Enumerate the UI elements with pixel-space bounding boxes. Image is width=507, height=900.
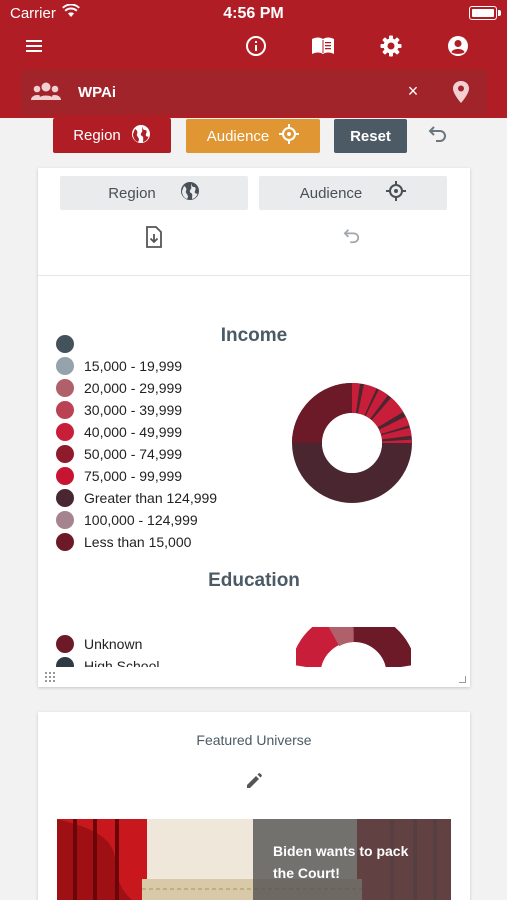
- legend-item: High School: [56, 655, 160, 667]
- legend-item: 100,000 - 124,999: [56, 509, 217, 531]
- income-legend: 15,000 - 19,999 20,000 - 29,999 30,000 - 3…: [56, 333, 217, 553]
- account-icon[interactable]: [445, 33, 471, 59]
- legend-swatch: [56, 423, 74, 441]
- legend-item: 30,000 - 39,999: [56, 399, 217, 421]
- gear-icon[interactable]: [378, 33, 404, 59]
- legend-label: 75,000 - 99,999: [84, 468, 183, 484]
- card-audience-label: Audience: [299, 184, 363, 202]
- search-query[interactable]: WPAi: [78, 84, 116, 101]
- region-button-label: Region: [73, 127, 121, 144]
- legend-label: 100,000 - 124,999: [84, 512, 198, 528]
- featured-title: Featured Universe: [196, 732, 312, 748]
- audience-button-label: Audience: [206, 127, 270, 145]
- audience-button[interactable]: Audience: [186, 119, 320, 153]
- region-button[interactable]: Region: [53, 118, 171, 153]
- crosshair-icon: [279, 124, 300, 148]
- globe-icon: [180, 181, 200, 205]
- info-icon[interactable]: [243, 33, 269, 59]
- battery-icon: [469, 6, 501, 20]
- legend-swatch: [56, 467, 74, 485]
- legend-swatch: [56, 635, 74, 653]
- menu-icon[interactable]: [21, 33, 47, 59]
- legend-item: [56, 333, 217, 355]
- education-legend: Unknown High School: [56, 633, 160, 667]
- legend-swatch: [56, 379, 74, 397]
- search-bar[interactable]: WPAi ×: [21, 70, 487, 115]
- legend-swatch: [56, 511, 74, 529]
- legend-item: 40,000 - 49,999: [56, 421, 217, 443]
- legend-swatch: [56, 489, 74, 507]
- demographics-card: Region Audience Income 15,000 - 19,999 20…: [38, 168, 470, 687]
- legend-swatch: [56, 533, 74, 551]
- filter-bar: Region Audience Reset: [0, 118, 507, 172]
- undo-icon[interactable]: [428, 125, 448, 148]
- reset-button[interactable]: Reset: [334, 119, 407, 153]
- card-audience-button[interactable]: Audience: [259, 176, 447, 210]
- globe-icon: [131, 124, 151, 148]
- featured-universe-card: Featured Universe Biden wants to pack th…: [38, 712, 470, 900]
- legend-swatch: [56, 401, 74, 419]
- location-pin-icon[interactable]: [452, 80, 470, 109]
- legend-label: Greater than 124,999: [84, 490, 218, 506]
- featured-caption: Biden wants to pack the Court!: [253, 819, 451, 900]
- featured-image[interactable]: Biden wants to pack the Court!: [57, 819, 451, 900]
- legend-label: Unknown: [84, 636, 143, 652]
- legend-item: Unknown: [56, 633, 160, 655]
- divider: [38, 275, 470, 276]
- legend-swatch: [56, 335, 74, 353]
- income-donut-chart: [292, 383, 412, 503]
- legend-item: 15,000 - 19,999: [56, 355, 217, 377]
- legend-label: 30,000 - 39,999: [84, 402, 183, 418]
- drag-handle-icon[interactable]: [44, 671, 56, 683]
- book-icon[interactable]: [310, 33, 336, 59]
- legend-label: Less than 15,000: [84, 534, 192, 550]
- legend-label: 15,000 - 19,999: [84, 358, 183, 374]
- status-bar: Carrier 4:56 PM: [0, 0, 507, 28]
- legend-item: 20,000 - 29,999: [56, 377, 217, 399]
- legend-swatch: [56, 657, 74, 667]
- legend-item: Greater than 124,999: [56, 487, 217, 509]
- legend-label: High School: [84, 658, 160, 667]
- clock: 4:56 PM: [223, 5, 284, 22]
- crosshair-icon: [386, 181, 407, 205]
- legend-item: 50,000 - 74,999: [56, 443, 217, 465]
- legend-label: 40,000 - 49,999: [84, 424, 183, 440]
- clear-icon[interactable]: ×: [404, 81, 422, 102]
- income-donut-hole: [322, 413, 382, 473]
- education-title: Education: [208, 570, 300, 591]
- app-bar: WPAi ×: [0, 28, 507, 118]
- legend-swatch: [56, 445, 74, 463]
- education-donut-chart: [296, 627, 411, 667]
- card-region-label: Region: [108, 184, 156, 202]
- legend-item: Less than 15,000: [56, 531, 217, 553]
- legend-swatch: [56, 357, 74, 375]
- legend-label: 50,000 - 74,999: [84, 446, 183, 462]
- card-region-button[interactable]: Region: [60, 176, 248, 210]
- undo-icon[interactable]: [343, 228, 361, 249]
- legend-item: 75,000 - 99,999: [56, 465, 217, 487]
- resize-handle-icon[interactable]: [459, 676, 466, 683]
- users-icon: [31, 80, 61, 109]
- download-icon[interactable]: [145, 226, 163, 253]
- legend-label: 20,000 - 29,999: [84, 380, 183, 396]
- edit-icon[interactable]: [245, 772, 263, 795]
